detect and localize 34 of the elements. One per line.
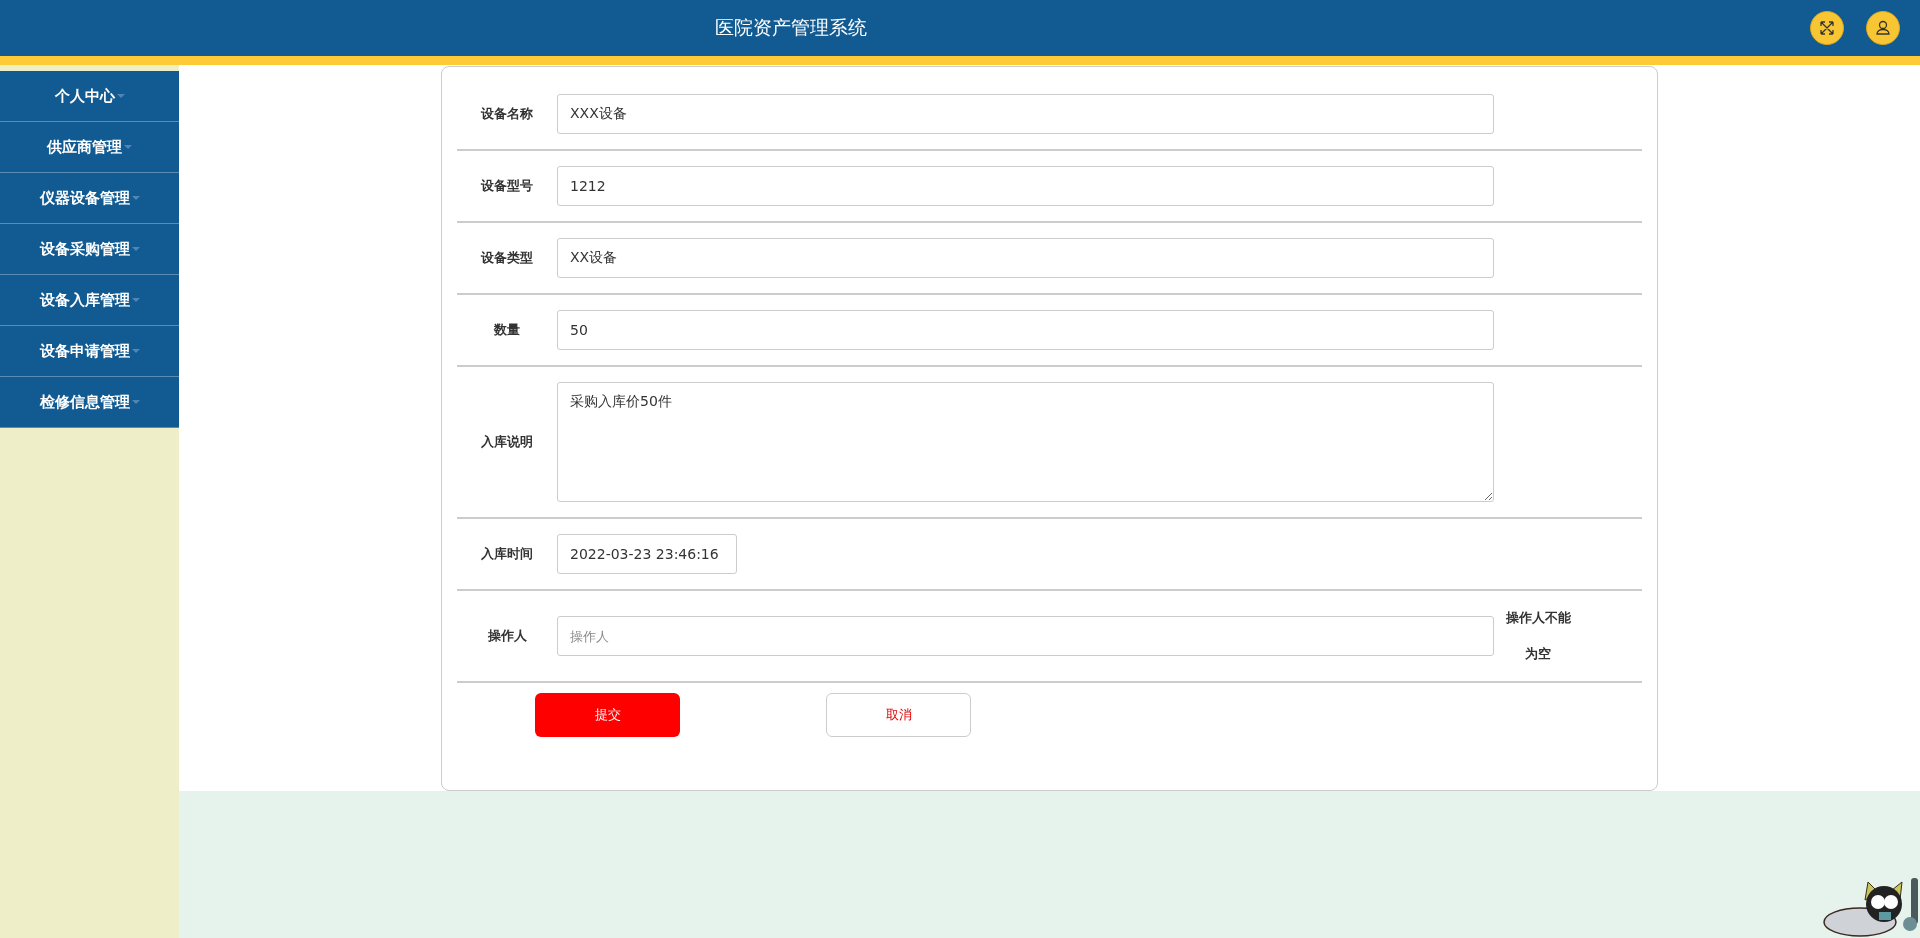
caret-icon xyxy=(131,400,140,404)
sidebar-item[interactable]: 个人中心 xyxy=(0,71,179,122)
input-field[interactable]: XX设备 xyxy=(557,238,1494,278)
error-message: 操作人不能为空 xyxy=(1504,609,1572,663)
sidebar-item[interactable]: 检修信息管理 xyxy=(0,377,179,428)
submit-button[interactable]: 提交 xyxy=(535,693,680,737)
input-field[interactable]: 1212 xyxy=(557,166,1494,206)
caret-icon xyxy=(116,94,125,98)
caret-icon xyxy=(124,145,132,149)
field-label: 设备型号 xyxy=(480,177,534,195)
user-icon[interactable] xyxy=(1866,11,1900,45)
sidebar-item[interactable]: 设备采购管理 xyxy=(0,224,179,275)
sidebar-item[interactable]: 仪器设备管理 xyxy=(0,173,179,224)
datetime-field[interactable]: 2022-03-23 23:46:16 xyxy=(557,534,737,574)
input-field[interactable]: 50 xyxy=(557,310,1494,350)
field-label: 数量 xyxy=(493,321,521,339)
input-field[interactable]: 操作人 xyxy=(557,616,1494,656)
caret-icon xyxy=(131,247,140,251)
field-label: 入库时间 xyxy=(480,545,534,563)
field-label: 操作人 xyxy=(486,627,528,645)
input-field[interactable]: XXX设备 xyxy=(557,94,1494,134)
textarea-field[interactable]: 采购入库价50件 xyxy=(557,382,1494,502)
field-label: 设备类型 xyxy=(480,249,534,267)
cancel-button[interactable]: 取消 xyxy=(826,693,971,737)
app-title: 医院资产管理系统 xyxy=(715,15,867,40)
fullscreen-icon[interactable] xyxy=(1810,11,1844,45)
sidebar-item[interactable]: 供应商管理 xyxy=(0,122,179,173)
caret-icon xyxy=(131,298,140,302)
sidebar-item[interactable]: 设备入库管理 xyxy=(0,275,179,326)
sidebar-item[interactable]: 设备申请管理 xyxy=(0,326,179,377)
field-label: 设备名称 xyxy=(480,105,534,123)
field-label: 入库说明 xyxy=(480,433,534,451)
caret-icon xyxy=(131,196,140,200)
caret-icon xyxy=(131,349,140,353)
